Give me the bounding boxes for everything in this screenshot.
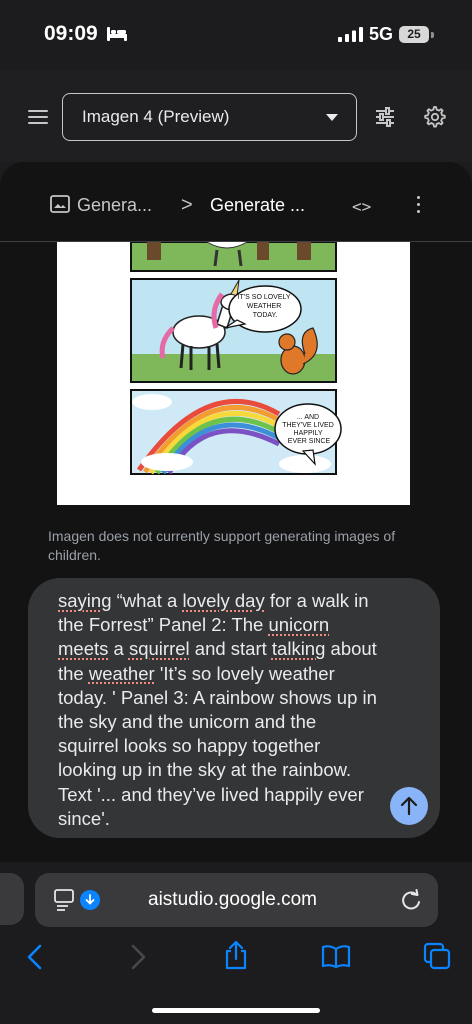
spellcheck-word: lovely day: [182, 590, 265, 611]
share-icon[interactable]: [223, 940, 249, 970]
tune-icon[interactable]: [374, 106, 396, 128]
battery-level: 25: [399, 26, 429, 43]
signal-icon: [338, 27, 363, 42]
spellcheck-word: squirrel: [128, 638, 190, 660]
home-indicator: [152, 1008, 320, 1013]
spellcheck-word: unicorn: [268, 614, 330, 636]
comic-illustration: IT'S SO LOVELY WEATHER TODAY. ... AND TH…: [130, 242, 342, 475]
caret-down-icon: [326, 114, 338, 121]
arrow-up-icon: [400, 796, 418, 816]
menu-icon[interactable]: [28, 110, 48, 124]
prompt-fragment: “what a: [111, 590, 183, 611]
prompt-fragment: a: [108, 638, 129, 660]
previous-tab[interactable]: [0, 873, 24, 925]
status-time: 09:09: [44, 22, 98, 45]
code-icon[interactable]: <>: [352, 197, 371, 216]
url-text[interactable]: aistudio.google.com: [148, 889, 317, 911]
forward-icon[interactable]: [128, 944, 148, 970]
spellcheck-word: weather: [88, 662, 155, 684]
generated-image[interactable]: IT'S SO LOVELY WEATHER TODAY. ... AND TH…: [57, 242, 410, 505]
battery-tip: [431, 32, 434, 38]
network-type: 5G: [369, 24, 394, 44]
prompt-fragment: and start: [189, 638, 272, 660]
spellcheck-word: saying: [58, 590, 112, 611]
prompt-text[interactable]: saying “what a lovely day for a walk in …: [58, 589, 380, 831]
more-vert-icon[interactable]: [411, 196, 425, 216]
model-select[interactable]: Imagen 4 (Preview): [62, 93, 357, 141]
breadcrumb-item-current[interactable]: Generate ...: [210, 195, 305, 216]
reload-icon[interactable]: [401, 889, 421, 911]
chevron-right-icon: >: [181, 194, 193, 216]
send-button[interactable]: [390, 787, 428, 825]
image-icon: [50, 195, 70, 213]
spellcheck-word: talking: [271, 638, 326, 660]
bookmarks-icon[interactable]: [321, 944, 351, 968]
page-menu-icon[interactable]: [54, 888, 74, 912]
spellcheck-word: meets: [58, 638, 109, 660]
tabs-icon[interactable]: [423, 942, 451, 970]
download-icon[interactable]: [80, 890, 100, 910]
safety-notice: Imagen does not currently support genera…: [48, 528, 396, 563]
prompt-fragment: 'It’s so lovely weather today. ' Panel 3…: [58, 662, 377, 829]
gear-icon[interactable]: [422, 105, 446, 129]
breadcrumb-item-generate-media[interactable]: Genera...: [77, 195, 152, 216]
model-select-value: Imagen 4 (Preview): [82, 107, 230, 126]
bed-icon: [107, 27, 127, 41]
back-icon[interactable]: [25, 944, 45, 970]
